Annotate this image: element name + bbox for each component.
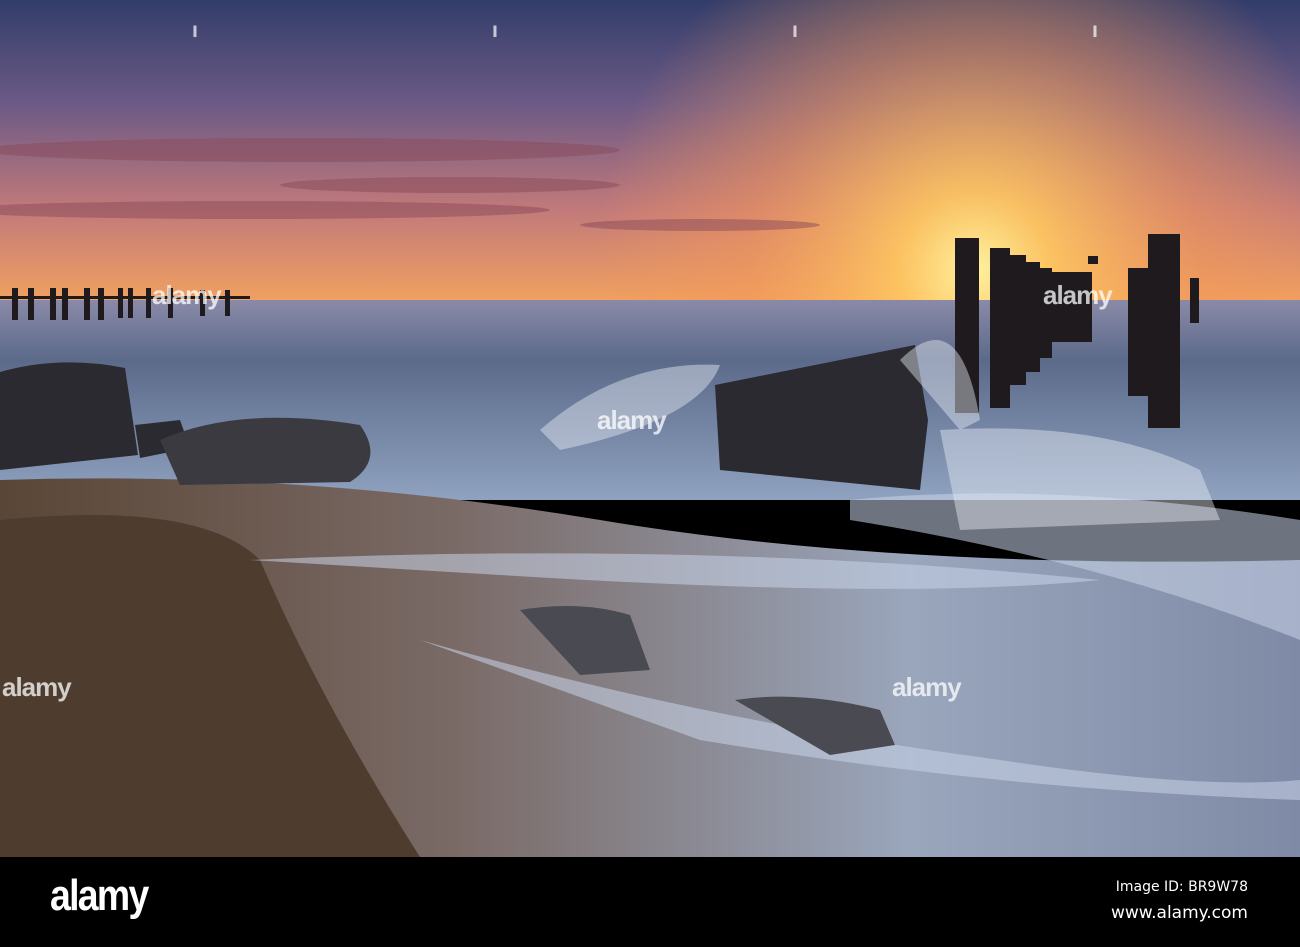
watermark: alamy xyxy=(2,672,72,702)
watermark-dot: I xyxy=(192,22,198,41)
footer-bar: alamy Image ID: BR9W78 www.alamy.com xyxy=(0,857,1300,947)
watermark-dot: I xyxy=(492,22,498,41)
alamy-logo: alamy xyxy=(50,871,149,920)
watermark-dot: I xyxy=(792,22,798,41)
image-id: Image ID: BR9W78 xyxy=(1115,879,1248,895)
watermark: alamy xyxy=(892,672,962,702)
watermark: alamy xyxy=(152,280,222,310)
watermark: alamy xyxy=(597,405,667,435)
site-url: www.alamy.com xyxy=(1110,903,1248,923)
watermark-dot: I xyxy=(1092,22,1098,41)
watermark: alamy xyxy=(1043,280,1113,310)
